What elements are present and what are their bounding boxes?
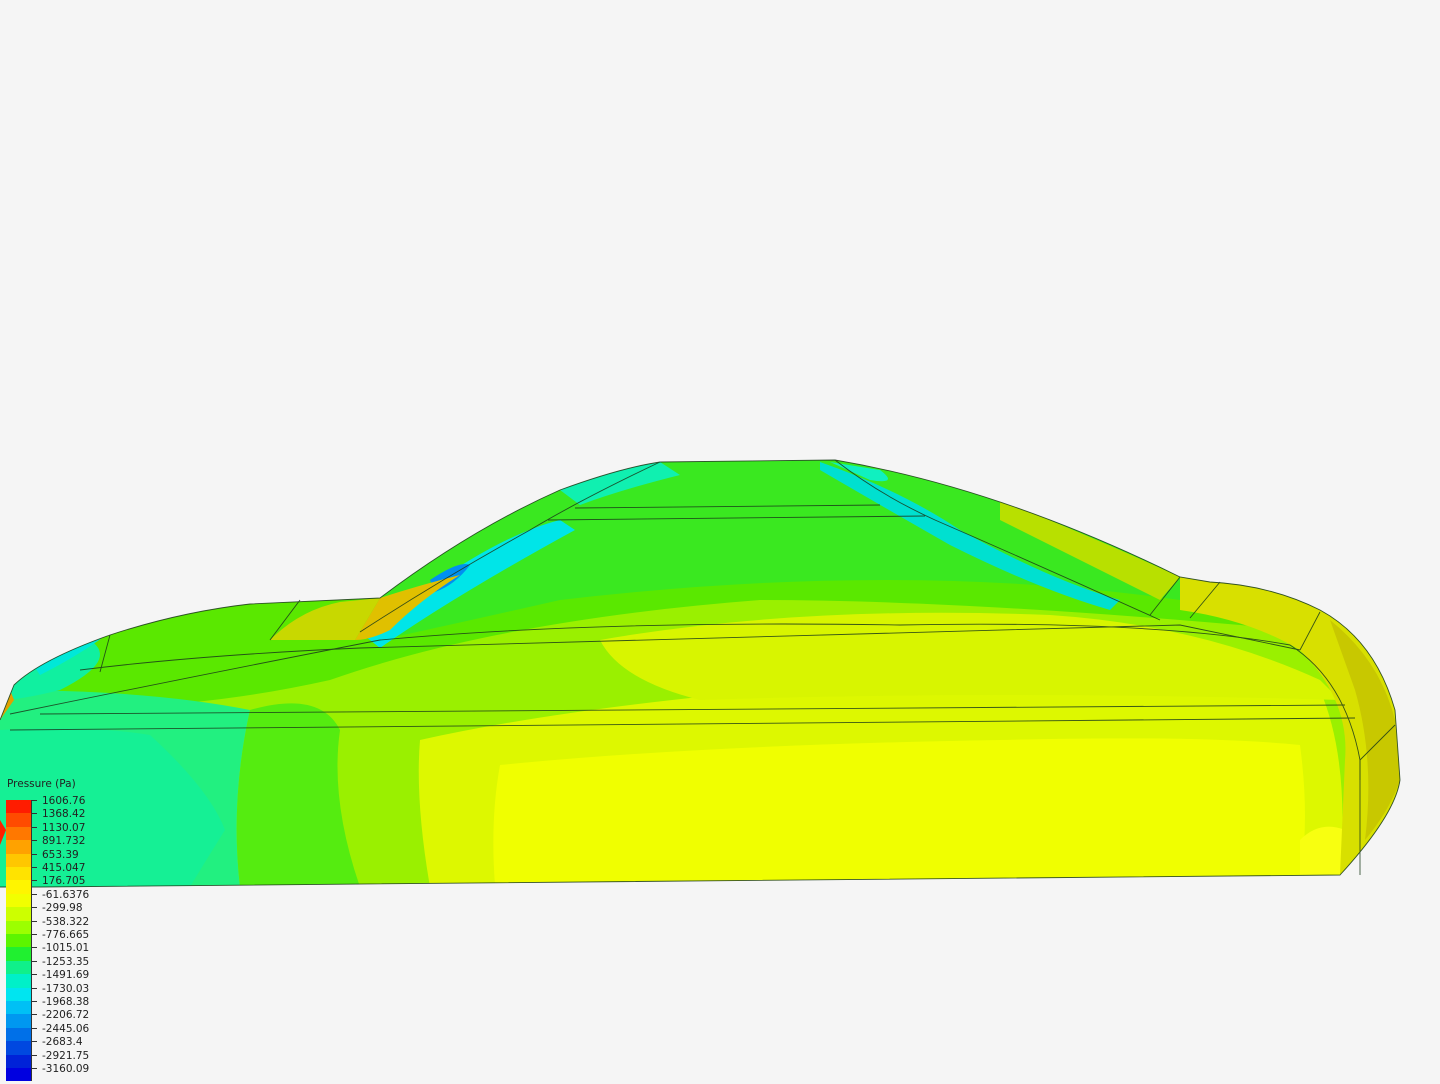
legend-swatch [6,800,32,814]
legend-value-label: -1253.35 [42,955,90,968]
legend-value-label: -299.98 [42,902,83,915]
legend-value-label: -1968.38 [42,996,90,1008]
legend-value-label: 1368.42 [42,808,86,821]
legend-tick [32,947,37,949]
legend-tick [32,934,37,935]
legend-tick [32,893,37,895]
legend-tick [32,987,37,989]
legend-value-label: -2683.4 [42,1036,83,1049]
pressure-legend: Pressure (Pa) 1606.76 1368.42 1130.07 891.7… [6,778,116,1082]
legend-swatch [6,1054,32,1068]
legend-tick [32,1001,37,1002]
legend-value-label: -1491.69 [42,969,90,982]
legend-swatch [6,1001,32,1015]
legend-tick [32,880,37,882]
legend-value-label: -2206.72 [42,1009,90,1022]
legend-tick [32,826,37,828]
legend-swatch [6,853,32,867]
legend-tick [32,840,37,842]
legend-swatch [6,920,32,934]
legend-value-label: 176.705 [42,875,86,888]
legend-value-label: -1015.01 [42,942,90,955]
legend-swatch [6,840,32,854]
legend-swatch [6,960,32,975]
legend-tick [32,960,37,962]
legend-swatch [6,987,32,1001]
legend-value-label: -3160.09 [42,1063,90,1075]
legend-swatch [6,1014,32,1028]
legend-value-label: -61.6376 [42,888,90,901]
legend-tick [32,974,37,976]
legend-tick [32,1041,37,1043]
legend-tick [32,853,37,855]
legend-value-label: 891.732 [42,835,86,848]
simulation-viewport[interactable] [0,0,1440,1080]
legend-swatch [6,867,32,881]
legend-swatch [6,1027,32,1042]
legend-swatch [6,880,32,894]
legend-swatch [6,826,32,841]
legend-swatch [6,813,32,827]
legend-value-label: -776.665 [42,929,90,941]
legend-tick [32,1068,37,1069]
legend-swatch [6,947,32,961]
legend-swatch [6,893,32,908]
legend-tick [32,1054,37,1056]
legend-tick [32,907,37,909]
legend-swatch [6,934,32,948]
legend-swatch [6,907,32,921]
legend-tick [32,920,37,922]
legend-swatch [6,1068,32,1082]
car-pressure-contour [0,459,1401,888]
legend-value-label: -2445.06 [42,1022,90,1035]
legend-value-label: 653.39 [42,848,79,861]
legend-swatch [6,1041,32,1055]
legend-tick [32,813,37,815]
legend-value-label: -1730.03 [42,982,90,995]
legend-value-label: 415.047 [42,862,86,874]
legend-value-label: -538.322 [42,915,90,928]
legend-tick [32,1027,37,1029]
legend-tick [32,1014,37,1016]
legend-value-label: 1606.76 [42,795,86,807]
legend-swatch [6,974,32,988]
legend-value-label: -2921.75 [42,1049,90,1062]
legend-value-label: 1130.07 [42,821,86,834]
legend-tick [32,800,37,801]
legend-title: Pressure (Pa) [7,778,76,790]
legend-tick [32,867,37,868]
